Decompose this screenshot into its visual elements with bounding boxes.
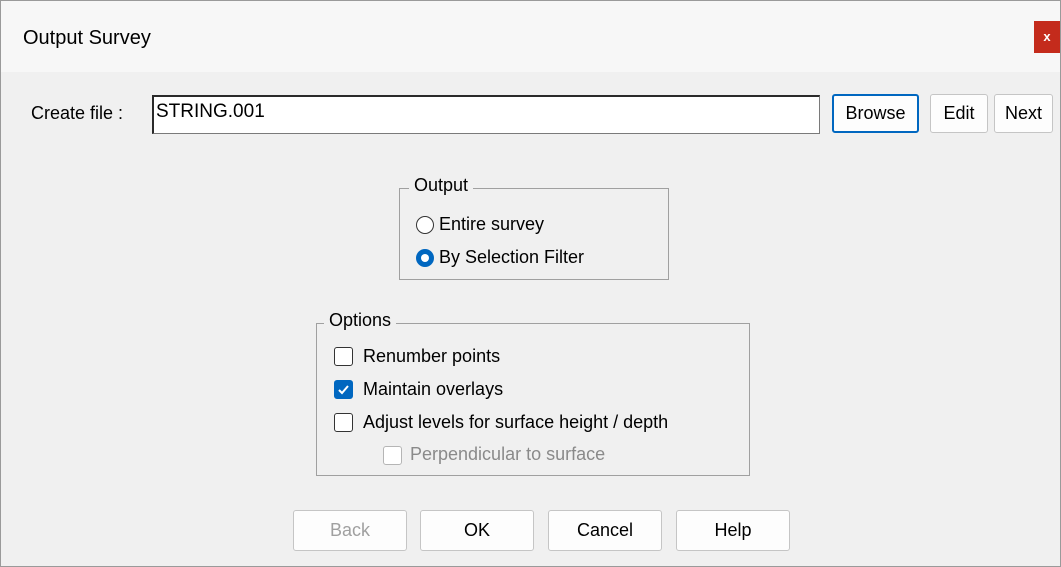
- checkmark-icon: [338, 385, 349, 395]
- maintain-overlays-checkbox[interactable]: [334, 380, 353, 399]
- options-legend: Options: [324, 310, 397, 331]
- next-button[interactable]: Next: [994, 94, 1053, 133]
- ok-button[interactable]: OK: [420, 510, 534, 551]
- adjust-levels-checkbox[interactable]: [334, 413, 353, 432]
- maintain-overlays-label[interactable]: Maintain overlays: [363, 379, 503, 400]
- create-file-label: Create file :: [31, 103, 124, 123]
- title-bar: Output Survey x: [1, 1, 1060, 72]
- renumber-points-label[interactable]: Renumber points: [363, 346, 500, 367]
- adjust-levels-label[interactable]: Adjust levels for surface height / depth: [363, 412, 668, 433]
- back-button: Back: [293, 510, 407, 551]
- cancel-button[interactable]: Cancel: [548, 510, 662, 551]
- create-file-input[interactable]: STRING.001: [152, 95, 820, 134]
- browse-button[interactable]: Browse: [832, 94, 919, 133]
- output-survey-dialog: Output Survey x Create file : STRING.001…: [0, 0, 1061, 567]
- renumber-points-checkbox[interactable]: [334, 347, 353, 366]
- perpendicular-checkbox: [383, 446, 402, 465]
- selection-filter-radio[interactable]: [416, 249, 434, 267]
- entire-survey-radio[interactable]: [416, 216, 434, 234]
- output-legend: Output: [409, 175, 474, 196]
- selection-filter-label[interactable]: By Selection Filter: [439, 247, 584, 268]
- entire-survey-label[interactable]: Entire survey: [439, 214, 544, 235]
- perpendicular-label: Perpendicular to surface: [410, 444, 606, 464]
- dialog-title: Output Survey: [23, 27, 151, 49]
- help-button[interactable]: Help: [676, 510, 790, 551]
- edit-button[interactable]: Edit: [930, 94, 988, 133]
- close-button[interactable]: x: [1034, 21, 1060, 53]
